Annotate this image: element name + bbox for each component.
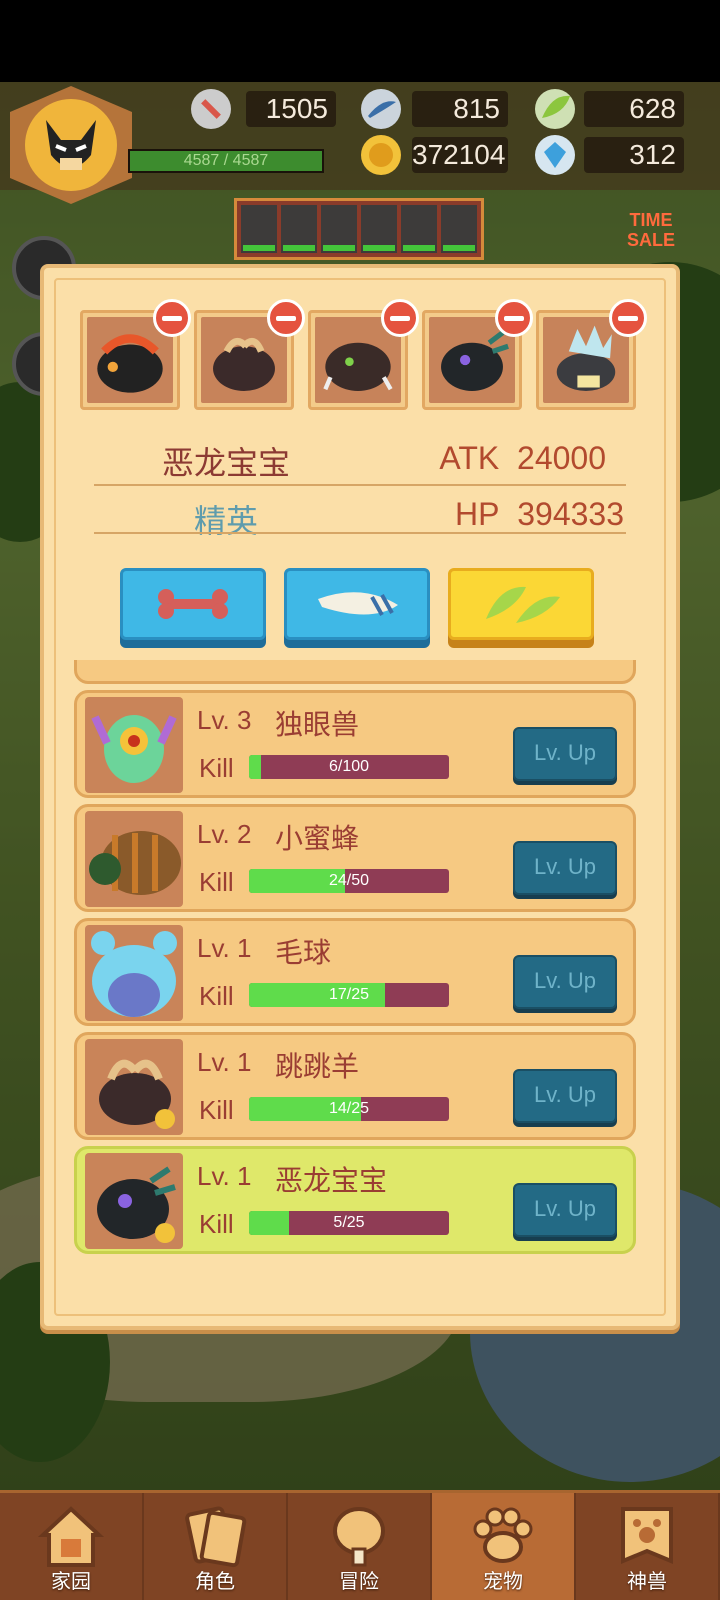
home-icon bbox=[35, 1501, 107, 1573]
pet-list[interactable]: Lv. 3 独眼兽 Kill 6/100 Lv. Up Lv. 2 小蜜蜂 Ki… bbox=[74, 660, 636, 1306]
team-mini-slot bbox=[241, 205, 277, 253]
pet-name: 小蜜蜂 bbox=[275, 822, 360, 855]
gold-coin-icon bbox=[360, 134, 402, 176]
level-up-button[interactable]: Lv. Up bbox=[513, 841, 617, 895]
list-item-partial bbox=[74, 660, 636, 684]
nav-divine-beast[interactable]: 神兽 bbox=[576, 1493, 720, 1600]
team-slot[interactable] bbox=[308, 299, 419, 410]
kill-progress-bar: 5/25 bbox=[249, 1211, 449, 1235]
bone-food-button[interactable] bbox=[120, 568, 266, 640]
pet-level: Lv. 1 bbox=[197, 1161, 252, 1191]
claw-icon bbox=[318, 592, 398, 616]
one-eyed-beast-icon bbox=[85, 697, 183, 793]
kill-label: Kill bbox=[199, 981, 234, 1011]
pet-level: Lv. 1 bbox=[197, 933, 252, 963]
player-hp-text: 4587 / 4587 bbox=[183, 152, 269, 169]
team-slot[interactable] bbox=[194, 299, 305, 410]
remove-pet-button[interactable] bbox=[495, 299, 533, 337]
divider bbox=[94, 532, 626, 534]
remove-pet-button[interactable] bbox=[267, 299, 305, 337]
pet-list-item[interactable]: Lv. 3 独眼兽 Kill 6/100 Lv. Up bbox=[74, 690, 636, 798]
resource-wing: 628 bbox=[584, 91, 684, 127]
kill-progress-bar: 24/50 bbox=[249, 869, 449, 893]
bone-icon bbox=[158, 589, 228, 619]
pet-list-item[interactable]: Lv. 1 恶龙宝宝 Kill 5/25 Lv. Up bbox=[74, 1146, 636, 1254]
remove-pet-button[interactable] bbox=[381, 299, 419, 337]
player-hp-bar: 4587 / 4587 bbox=[128, 149, 324, 173]
banner-paw-icon bbox=[611, 1501, 683, 1573]
pet-list-item[interactable]: Lv. 1 毛球 Kill 17/25 Lv. Up bbox=[74, 918, 636, 1026]
team-slot[interactable] bbox=[422, 299, 533, 410]
pet-name: 跳跳羊 bbox=[275, 1050, 360, 1083]
kill-label: Kill bbox=[199, 1209, 234, 1239]
paw-icon bbox=[467, 1501, 539, 1573]
nav-home[interactable]: 家园 bbox=[0, 1493, 144, 1600]
selected-pet-name: 恶龙宝宝 bbox=[162, 444, 291, 482]
wing-icon bbox=[486, 586, 560, 623]
level-up-button[interactable]: Lv. Up bbox=[513, 1069, 617, 1123]
level-up-button[interactable]: Lv. Up bbox=[513, 1183, 617, 1237]
pet-panel: 恶龙宝宝 ATK 24000 精英 HP 394333 Lv. 3 独眼兽 Ki… bbox=[40, 264, 680, 1330]
team-slot[interactable] bbox=[80, 299, 191, 410]
wing-food-button[interactable] bbox=[448, 568, 594, 640]
divider bbox=[94, 484, 626, 486]
kill-progress-bar: 6/100 bbox=[249, 755, 449, 779]
team-mini-slot bbox=[321, 205, 357, 253]
claw-food-button[interactable] bbox=[284, 568, 430, 640]
team-mini-slot bbox=[281, 205, 317, 253]
pet-name: 恶龙宝宝 bbox=[275, 1164, 388, 1197]
pet-level: Lv. 3 bbox=[197, 705, 252, 735]
pet-list-item[interactable]: Lv. 2 小蜜蜂 Kill 24/50 Lv. Up bbox=[74, 804, 636, 912]
nav-character[interactable]: 角色 bbox=[144, 1493, 288, 1600]
furball-icon bbox=[85, 925, 183, 1021]
resource-gold: 372104 bbox=[412, 137, 508, 173]
team-mini-slot bbox=[361, 205, 397, 253]
nav-adventure[interactable]: 冒险 bbox=[288, 1493, 432, 1600]
drumstick-icon bbox=[323, 1501, 395, 1573]
kill-progress-bar: 17/25 bbox=[249, 983, 449, 1007]
kill-label: Kill bbox=[199, 753, 234, 783]
pet-level: Lv. 2 bbox=[197, 819, 252, 849]
wolverine-mask-icon bbox=[46, 120, 96, 170]
level-up-button[interactable]: Lv. Up bbox=[513, 955, 617, 1009]
remove-pet-button[interactable] bbox=[153, 299, 191, 337]
wing-icon bbox=[534, 88, 576, 130]
level-up-button[interactable]: Lv. Up bbox=[513, 727, 617, 781]
time-sale-button[interactable]: TIME SALE bbox=[622, 210, 680, 250]
claw-icon bbox=[360, 88, 402, 130]
team-slot[interactable] bbox=[536, 299, 647, 410]
kill-progress-bar: 14/25 bbox=[249, 1097, 449, 1121]
bottom-nav: 家园 角色 冒险 宠物 神兽 bbox=[0, 1490, 720, 1600]
gem-icon bbox=[534, 134, 576, 176]
nav-pets[interactable]: 宠物 bbox=[432, 1493, 576, 1600]
pet-name: 独眼兽 bbox=[275, 708, 360, 741]
team-mini-slot bbox=[441, 205, 477, 253]
team-mini-slot bbox=[401, 205, 437, 253]
pet-name: 毛球 bbox=[275, 936, 332, 969]
hp-stat: HP 394333 bbox=[454, 496, 624, 532]
resource-bone: 1505 bbox=[246, 91, 336, 127]
bone-icon bbox=[190, 88, 232, 130]
team-strip[interactable] bbox=[234, 198, 484, 260]
bee-icon bbox=[85, 811, 183, 907]
cards-icon bbox=[179, 1501, 251, 1573]
kill-label: Kill bbox=[199, 1095, 234, 1125]
atk-stat: ATK 24000 bbox=[439, 440, 606, 476]
pet-list-item[interactable]: Lv. 1 跳跳羊 Kill 14/25 Lv. Up bbox=[74, 1032, 636, 1140]
shadow-dragon-icon bbox=[85, 1153, 183, 1249]
remove-pet-button[interactable] bbox=[609, 299, 647, 337]
resource-claw: 815 bbox=[412, 91, 508, 127]
kill-label: Kill bbox=[199, 867, 234, 897]
ram-dragon-icon bbox=[85, 1039, 183, 1135]
pet-level: Lv. 1 bbox=[197, 1047, 252, 1077]
pet-rank: 精英 bbox=[194, 502, 259, 540]
resource-gem: 312 bbox=[584, 137, 684, 173]
